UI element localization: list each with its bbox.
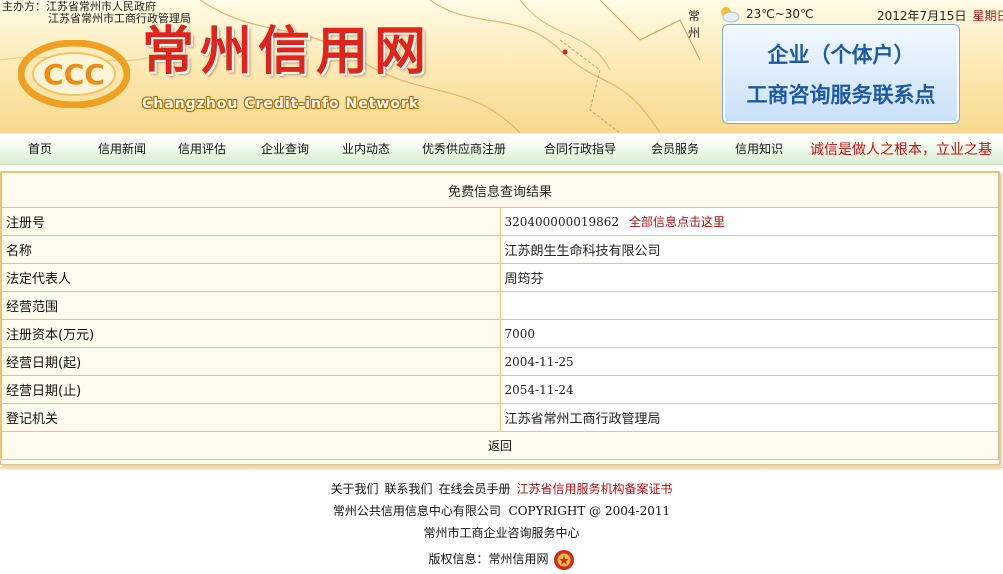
footer-center: 常州市工商企业咨询服务中心 bbox=[423, 526, 580, 540]
field-label: 经营日期(起) bbox=[1, 347, 501, 376]
partly-cloudy-icon bbox=[721, 7, 740, 23]
show-all-info-link[interactable]: 全部信息点击这里 bbox=[629, 215, 725, 229]
table-row: 注册号 320400000019862 全部信息点击这里 bbox=[1, 207, 999, 236]
footer-copyright-line: 常州公共信用信息中心有限公司 COPYRIGHT @ 2004-2011 bbox=[0, 500, 1003, 522]
field-value-scope bbox=[499, 291, 999, 320]
field-value-end-date: 2054-11-24 bbox=[499, 375, 999, 404]
result-title: 免费信息查询结果 bbox=[1, 172, 999, 208]
footer-company: 常州公共信用信息中心有限公司 bbox=[332, 504, 501, 518]
main-nav: 首页 信用新闻 信用评估 企业查询 业内动态 优秀供应商注册 合同行政指导 会员… bbox=[0, 133, 1003, 165]
field-value-reg-no: 320400000019862 全部信息点击这里 bbox=[499, 207, 999, 236]
site-header: 主办方：江苏省常州市人民政府 江苏省常州市工商行政管理局 CCC 常州信用网 C… bbox=[0, 0, 1003, 133]
reg-no-value: 320400000019862 bbox=[504, 215, 620, 229]
nav-home[interactable]: 首页 bbox=[28, 140, 52, 157]
field-value-name: 江苏朗生生命科技有限公司 bbox=[499, 235, 999, 264]
nav-member-service[interactable]: 会员服务 bbox=[651, 140, 699, 157]
table-row: 经营日期(止) 2054-11-24 bbox=[1, 375, 999, 404]
back-link[interactable]: 返回 bbox=[488, 439, 512, 453]
field-label: 经营日期(止) bbox=[1, 375, 501, 404]
promo-line-2: 工商咨询服务联系点 bbox=[746, 83, 936, 107]
police-badge-icon[interactable] bbox=[553, 549, 575, 571]
back-cell: 返回 bbox=[1, 431, 999, 460]
field-label: 登记机关 bbox=[1, 403, 501, 432]
current-date: 2012年7月15日 星期日 bbox=[877, 7, 1003, 24]
table-row: 名称 江苏朗生生命科技有限公司 bbox=[1, 235, 999, 264]
field-value-start-date: 2004-11-25 bbox=[499, 347, 999, 376]
footer-copyright: COPYRIGHT @ 2004-2011 bbox=[508, 504, 671, 518]
logo-mark-text: CCC bbox=[43, 58, 105, 91]
footer-certificate-link[interactable]: 江苏省信用服务机构备案证书 bbox=[517, 482, 673, 496]
ccc-logo-icon: CCC bbox=[18, 40, 130, 108]
field-value-authority: 江苏省常州工商行政管理局 bbox=[499, 403, 999, 432]
nav-credit-knowledge[interactable]: 信用知识 bbox=[735, 140, 783, 157]
footer-rights: 版权信息：常州信用网 bbox=[428, 552, 549, 566]
table-row: 注册资本(万元) 7000 bbox=[1, 319, 999, 348]
site-footer: 关于我们 联系我们 在线会员手册 江苏省信用服务机构备案证书 常州公共信用信息中心有限… bbox=[0, 478, 1003, 574]
field-value-capital: 7000 bbox=[499, 319, 999, 348]
field-value-legal-rep: 周筠芬 bbox=[499, 263, 999, 292]
consulting-service-banner[interactable]: 企业（个体户） 工商咨询服务联系点 bbox=[722, 24, 960, 124]
table-row: 经营日期(起) 2004-11-25 bbox=[1, 347, 999, 376]
nav-slogan: 诚信是做人之根本，立业之基 bbox=[810, 142, 992, 158]
result-panel: 免费信息查询结果 注册号 320400000019862 全部信息点击这里 名称 … bbox=[0, 171, 1000, 465]
table-row: 登记机关 江苏省常州工商行政管理局 bbox=[1, 403, 999, 432]
footer-about-link[interactable]: 关于我们 bbox=[330, 482, 378, 496]
footer-contact-link[interactable]: 联系我们 bbox=[384, 482, 432, 496]
footer-links: 关于我们 联系我们 在线会员手册 江苏省信用服务机构备案证书 bbox=[0, 478, 1003, 500]
footer-divider bbox=[0, 467, 1003, 471]
footer-member-manual-link[interactable]: 在线会员手册 bbox=[439, 482, 511, 496]
site-name-en: Changzhou Credit-info Network bbox=[142, 96, 420, 112]
table-row: 经营范围 bbox=[1, 291, 999, 320]
field-label: 经营范围 bbox=[1, 291, 501, 320]
date-text: 2012年7月15日 bbox=[877, 9, 967, 23]
promo-line-1: 企业（个体户） bbox=[767, 43, 915, 67]
nav-industry-news[interactable]: 业内动态 bbox=[342, 140, 390, 157]
weather-city: 常州 bbox=[688, 9, 701, 40]
field-label: 法定代表人 bbox=[1, 263, 501, 292]
sponsor-label: 主办方： bbox=[2, 0, 46, 13]
result-title-row: 免费信息查询结果 bbox=[1, 172, 999, 208]
result-table: 免费信息查询结果 注册号 320400000019862 全部信息点击这里 名称 … bbox=[1, 172, 999, 460]
field-label: 名称 bbox=[1, 235, 501, 264]
table-row: 法定代表人 周筠芬 bbox=[1, 263, 999, 292]
weather-temp: 23℃~30℃ bbox=[746, 7, 814, 21]
nav-contract-guidance[interactable]: 合同行政指导 bbox=[544, 140, 616, 157]
site-name-cn[interactable]: 常州信用网 bbox=[142, 22, 432, 82]
footer-rights-line: 版权信息：常州信用网 bbox=[0, 544, 1003, 574]
nav-company-search[interactable]: 企业查询 bbox=[261, 140, 309, 157]
back-row: 返回 bbox=[1, 431, 999, 460]
field-label: 注册号 bbox=[1, 207, 501, 236]
field-label: 注册资本(万元) bbox=[1, 319, 501, 348]
nav-supplier-register[interactable]: 优秀供应商注册 bbox=[422, 140, 506, 157]
nav-credit-rating[interactable]: 信用评估 bbox=[178, 140, 226, 157]
nav-credit-news[interactable]: 信用新闻 bbox=[98, 140, 146, 157]
weekday-text: 星期日 bbox=[972, 9, 1003, 23]
